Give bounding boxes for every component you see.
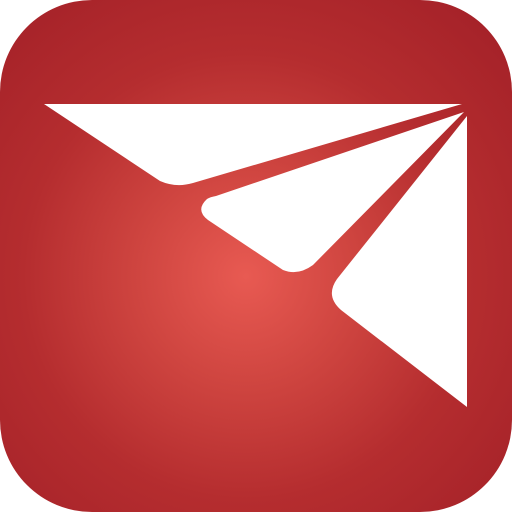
app-icon: [0, 0, 512, 512]
paper-plane-mail-icon: [44, 104, 467, 407]
icon-canvas: [0, 0, 512, 512]
